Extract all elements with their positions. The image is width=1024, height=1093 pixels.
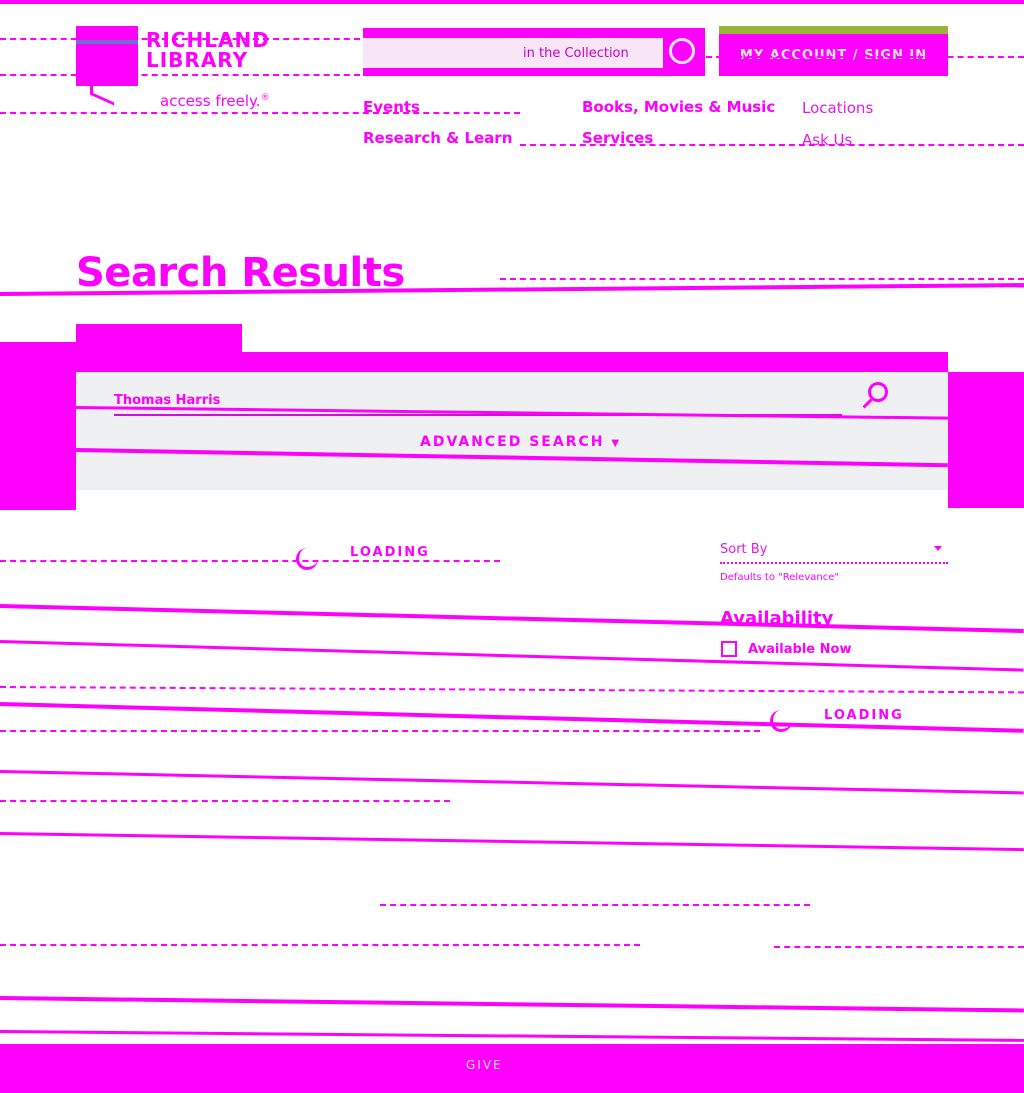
- header-search: in the Collection: [363, 28, 705, 76]
- nav-ask-us[interactable]: Ask Us: [802, 131, 852, 149]
- site-logo[interactable]: RICHLAND LIBRARY: [146, 30, 346, 70]
- search-icon[interactable]: [862, 380, 892, 410]
- decorative-streak: [0, 686, 1024, 694]
- tagline-text: access freely.: [160, 92, 261, 110]
- header-search-scope[interactable]: in the Collection: [523, 46, 629, 61]
- sort-hint: Defaults to "Relevance": [720, 572, 839, 583]
- search-icon-handle: [862, 398, 873, 409]
- registered-mark: ®: [260, 93, 270, 103]
- available-now-label[interactable]: Available Now: [748, 642, 851, 657]
- decorative-streak: [0, 1030, 1024, 1042]
- logo-line-2: LIBRARY: [146, 48, 249, 72]
- search-tab[interactable]: [76, 324, 242, 354]
- nav-locations[interactable]: Locations: [802, 99, 873, 117]
- decorative-streak: [706, 56, 1024, 58]
- advanced-search-toggle[interactable]: ADVANCED SEARCH ▼: [420, 434, 621, 450]
- chevron-down-icon: ▼: [611, 438, 622, 449]
- results-loading: LOADING: [350, 545, 430, 560]
- logo-line-1: RICHLAND: [146, 28, 270, 52]
- spinner-icon: [770, 710, 792, 732]
- search-icon[interactable]: [669, 38, 695, 64]
- sort-label: Sort By: [720, 542, 768, 557]
- search-panel: ADVANCED SEARCH ▼: [76, 352, 948, 490]
- nav-books-movies-music[interactable]: Books, Movies & Music: [582, 98, 775, 116]
- decorative-streak: [0, 832, 1024, 852]
- facets-loading: LOADING: [824, 708, 904, 723]
- decorative-band: [0, 342, 76, 510]
- decorative-streak: [0, 112, 520, 114]
- decorative-streak: [0, 604, 1024, 634]
- checkbox-icon[interactable]: [721, 641, 737, 657]
- decorative-streak: [0, 944, 640, 946]
- decorative-streak: [0, 560, 500, 562]
- decorative-streak: [0, 74, 360, 76]
- footer-give-link[interactable]: GIVE: [466, 1058, 503, 1072]
- decorative-streak: [0, 996, 1024, 1013]
- spinner-icon: [296, 548, 318, 570]
- decorative-streak: [0, 800, 450, 802]
- sign-in-button[interactable]: MY ACCOUNT / SIGN IN: [719, 26, 948, 76]
- decorative-streak: [500, 278, 1024, 280]
- decorative-streak: [0, 640, 1024, 672]
- decorative-streak: [0, 38, 360, 40]
- logo-mark-icon[interactable]: [76, 26, 138, 86]
- advanced-search-label: ADVANCED SEARCH: [420, 434, 605, 450]
- decorative-streak: [774, 946, 1024, 948]
- site-footer: GIVE: [0, 1044, 1024, 1093]
- nav-research-learn[interactable]: Research & Learn: [363, 129, 512, 147]
- decorative-streak: [0, 0, 1024, 4]
- decorative-streak: [0, 770, 1024, 795]
- decorative-band: [948, 372, 1024, 508]
- logo-tagline: access freely.®: [160, 92, 270, 110]
- decorative-streak: [380, 904, 810, 906]
- decorative-streak: [0, 730, 760, 732]
- chevron-down-icon: [934, 546, 942, 551]
- decorative-streak: [520, 144, 1024, 146]
